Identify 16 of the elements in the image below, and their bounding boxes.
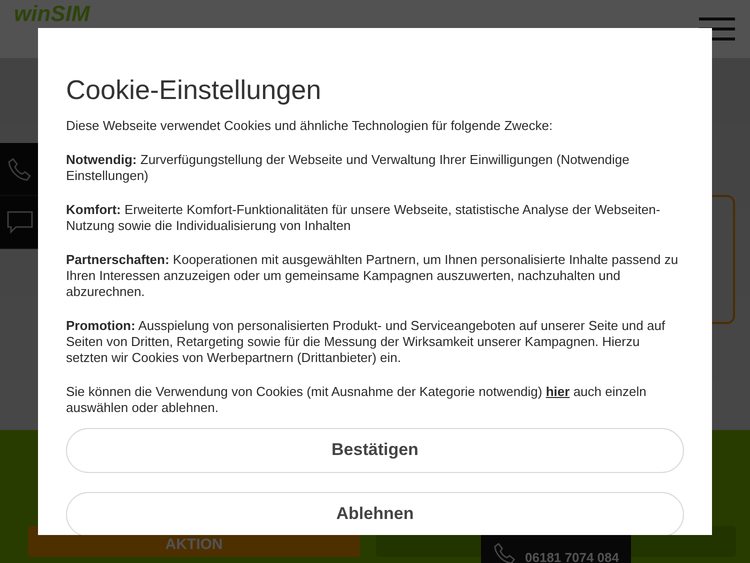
settings-link[interactable]: hier	[546, 384, 570, 399]
footer-text: Sie können die Verwendung von Cookies (mit Ausnahme der Kategorie notwendig) hier auch einzeln auswählen oder ablehnen.	[66, 384, 648, 416]
menu-icon[interactable]	[698, 15, 736, 43]
phone-icon	[493, 541, 517, 563]
chat-icon	[6, 209, 34, 235]
chat-button[interactable]	[0, 196, 40, 249]
confirm-button[interactable]: Bestätigen	[66, 428, 684, 473]
reject-button[interactable]: Ablehnen	[66, 492, 684, 535]
purpose-text: Partnerschaften: Kooperationen mit ausgewählten Partnern, um Ihnen personalisierte Inhalte passend zu Ihren Interessen anzuzeigen oder um gemeinsame Kampagnen auszuwerten, nachzuhalten und abzurechnen.	[66, 252, 680, 300]
purpose-text: Promotion: Ausspielung von personalisierten Produkt- und Serviceangeboten auf unserer Seite und auf Seiten von Dritten, Retargeting sowie für die Messung der Wirksamkeit unserer Kampagnen. Hierzu setzten wir Cookies von Werbepartnern (Drittanbieter) ein.	[66, 318, 666, 366]
phone-icon	[7, 156, 33, 182]
purpose-text: Komfort: Erweiterte Komfort-Funktionalitäten für unsere Webseite, statistische Analyse der Webseiten-Nutzung sowie die Individualisierung von Inhalten	[66, 202, 662, 234]
dialog-title: Cookie-Einstellungen	[66, 76, 322, 106]
purpose-text: Notwendig: Zurverfügungstellung der Webseite und Verwaltung Ihrer Einwilligungen (Notwendige Einstellungen)	[66, 152, 630, 184]
intro-text: Diese Webseite verwendet Cookies und ähnliche Technologien für folgende Zwecke:	[66, 118, 554, 134]
phone-button[interactable]	[0, 143, 40, 196]
